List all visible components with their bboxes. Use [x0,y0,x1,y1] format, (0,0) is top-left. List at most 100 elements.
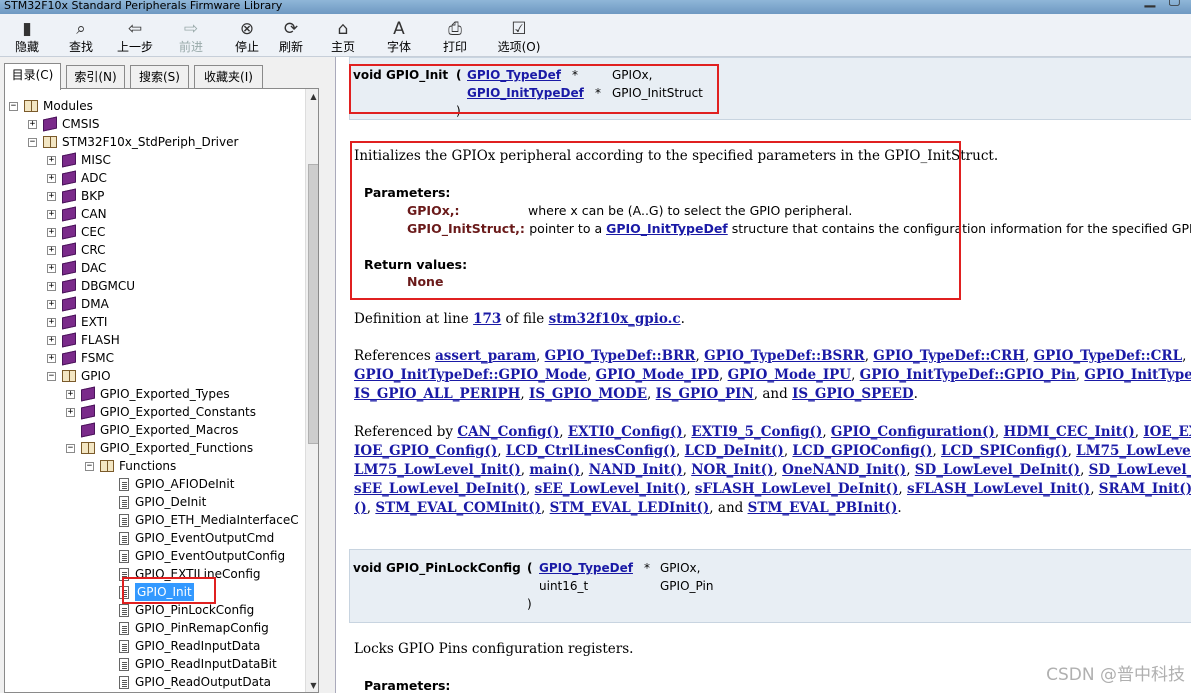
reference-link[interactable]: IOE_GPIO_Config() [354,443,497,459]
reference-link[interactable]: STM_EVAL_PBInit() [748,500,898,516]
collapse-icon[interactable]: − [47,371,56,381]
reference-link[interactable]: GPIO_Mode_IPU [728,367,851,383]
reference-link[interactable]: main() [529,462,580,478]
tree-item[interactable]: + MISC [47,151,111,169]
collapse-icon[interactable]: − [28,137,37,147]
expand-icon[interactable]: + [28,119,37,129]
reference-link[interactable]: IS_GPIO_SPEED [792,386,914,402]
tree-item[interactable]: GPIO_ReadOutputData [104,673,271,691]
tree-item[interactable]: + DAC [47,259,106,277]
reference-link[interactable]: sEE_LowLevel_DeInit() [354,481,526,497]
expand-icon[interactable]: + [66,389,75,399]
tree-item[interactable]: + DBGMCU [47,277,135,295]
tree-item[interactable]: + CEC [47,223,105,241]
expand-icon[interactable]: + [47,299,56,309]
tree-item[interactable]: + GPIO_Exported_Types [66,385,230,403]
tree-item[interactable]: GPIO_DeInit [104,493,206,511]
reference-link[interactable]: IS_GPIO_PIN [656,386,754,402]
tree-item[interactable]: + CMSIS [28,115,100,133]
reference-link[interactable]: SRAM_Init() [1099,481,1191,497]
tree-item[interactable]: GPIO_EventOutputConfig [104,547,285,565]
reference-link[interactable]: STM_EVAL_COMInit() [375,500,541,516]
reference-link[interactable]: CAN_Config() [457,424,559,440]
reference-link[interactable]: GPIO_TypeDef::CRH [873,348,1025,364]
tree-item[interactable]: GPIO_PinRemapConfig [104,619,269,637]
tree-item[interactable]: + FLASH [47,331,120,349]
expand-icon[interactable]: + [47,335,56,345]
reference-link[interactable]: sFLASH_LowLevel_Init() [907,481,1090,497]
scroll-thumb[interactable] [308,164,318,444]
tree-item[interactable]: GPIO_Exported_Macros [66,421,238,439]
toolbar-button-5[interactable]: ⟳ 刷新 [266,18,316,56]
reference-link[interactable]: GPIO_TypeDef::CRL [1034,348,1182,364]
tree-item[interactable]: + GPIO_Exported_Constants [66,403,256,421]
reference-link[interactable]: LCD_DeInit() [685,443,784,459]
reference-link[interactable]: SD_LowLevel_Init() [1089,462,1191,478]
reference-link[interactable]: EXTI0_Config() [568,424,683,440]
toolbar-button-9[interactable]: ☑ 选项(O) [494,18,544,56]
tree-item[interactable]: − GPIO [47,367,111,385]
reference-link[interactable]: NOR_Init() [691,462,773,478]
reference-link[interactable]: LM75_LowLevel_Init() [354,462,521,478]
collapse-icon[interactable]: − [85,461,94,471]
toolbar-button-4[interactable]: ⊗ 停止 [222,18,272,56]
collapse-icon[interactable]: − [66,443,75,453]
reference-link[interactable]: STM_EVAL_LEDInit() [550,500,710,516]
tree-item[interactable]: GPIO_ReadInputData [104,637,260,655]
reference-link[interactable]: EXTI9_5_Config() [691,424,822,440]
tab-favorites[interactable]: 收藏夹(I) [194,65,263,89]
tree-item[interactable]: + EXTI [47,313,107,331]
tree-item[interactable]: + CAN [47,205,107,223]
expand-icon[interactable]: + [47,227,56,237]
tab-contents[interactable]: 目录(C) [4,63,61,90]
reference-link[interactable]: NAND_Init() [589,462,683,478]
tree-item[interactable]: GPIO_AFIODeInit [104,475,234,493]
reference-link[interactable]: assert_param [435,348,536,364]
reference-link[interactable]: GPIO_InitTypeDef::GPIO_Mode [354,367,587,383]
window-controls[interactable]: ▁ ▢ [1145,0,1185,7]
reference-link[interactable]: OneNAND_Init() [782,462,906,478]
tree-item[interactable]: − GPIO_Exported_Functions [66,439,253,457]
tree-item[interactable]: + DMA [47,295,109,313]
tree-item[interactable]: + CRC [47,241,106,259]
tree-item[interactable]: − STM32F10x_StdPeriph_Driver [28,133,238,151]
link-gpio-typedef[interactable]: GPIO_TypeDef [539,561,633,575]
reference-link[interactable]: IS_GPIO_MODE [529,386,647,402]
collapse-icon[interactable]: − [9,101,18,111]
expand-icon[interactable]: + [47,281,56,291]
tree-item[interactable]: GPIO_EventOutputCmd [104,529,274,547]
reference-link[interactable]: IS_GPIO_ALL_PERIPH [354,386,520,402]
reference-link[interactable]: GPIO_TypeDef::BSRR [704,348,865,364]
tab-index[interactable]: 索引(N) [66,65,125,89]
reference-link[interactable]: IOE_EXTI_Config() [1143,424,1191,440]
tree-item[interactable]: + BKP [47,187,104,205]
toolbar-button-0[interactable]: ▮ 隐藏 [2,18,52,56]
tree-item[interactable]: GPIO_ReadInputDataBit [104,655,277,673]
toolbar-button-6[interactable]: ⌂ 主页 [318,18,368,56]
expand-icon[interactable]: + [47,173,56,183]
reference-link[interactable]: LM75_LowLevel_DeInit() [1076,443,1191,459]
expand-icon[interactable]: + [47,191,56,201]
expand-icon[interactable]: + [47,245,56,255]
expand-icon[interactable]: + [47,353,56,363]
reference-link[interactable]: LCD_GPIOConfig() [792,443,932,459]
scroll-up-icon[interactable]: ▲ [306,89,318,105]
toolbar-button-1[interactable]: ⌕ 查找 [56,18,106,56]
reference-link[interactable]: HDMI_CEC_Init() [1003,424,1134,440]
link-line-number[interactable]: 173 [473,311,501,327]
reference-link[interactable]: GPIO_TypeDef::BRR [545,348,696,364]
expand-icon[interactable]: + [47,263,56,273]
reference-link[interactable]: sEE_LowLevel_Init() [535,481,687,497]
toolbar-button-7[interactable]: A 字体 [374,18,424,56]
reference-link[interactable]: sFLASH_LowLevel_DeInit() [695,481,898,497]
tree-item[interactable]: GPIO_ETH_MediaInterfaceC [104,511,299,529]
tree-item[interactable]: − Modules [9,97,93,115]
tree-item[interactable]: + ADC [47,169,107,187]
reference-link[interactable]: GPIO_InitTypeDef::GPIO_Pin [860,367,1076,383]
reference-link[interactable]: LCD_SPIConfig() [941,443,1068,459]
toolbar-button-3[interactable]: ⇨ 前进 [166,18,216,56]
tree-scrollbar[interactable]: ▲ ▼ [305,89,318,692]
reference-link[interactable]: SD_LowLevel_DeInit() [915,462,1080,478]
reference-link[interactable]: LCD_CtrlLinesConfig() [506,443,676,459]
expand-icon[interactable]: + [47,209,56,219]
